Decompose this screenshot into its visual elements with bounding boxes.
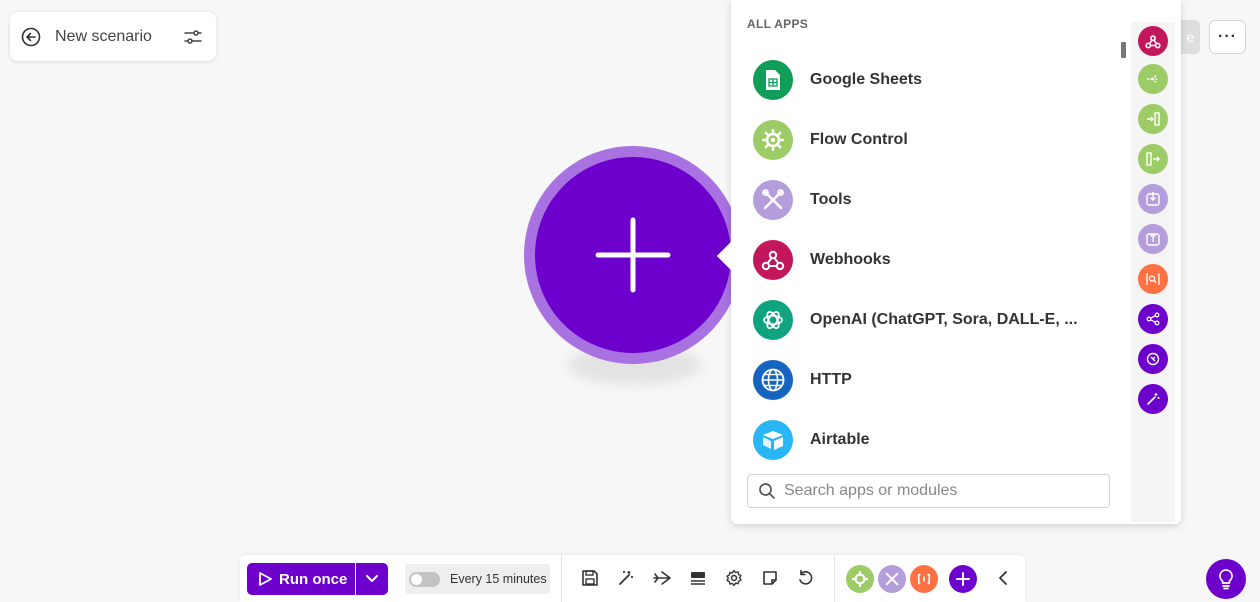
tools-shortcut-icon[interactable] (878, 565, 906, 593)
apps-header: ALL APPS (747, 17, 809, 31)
more-options-button[interactable]: ··· (1209, 20, 1246, 54)
toolbar-divider (561, 555, 562, 602)
openai-icon (753, 300, 793, 340)
magic-wand-icon[interactable] (615, 567, 637, 589)
app-name: OpenAI (ChatGPT, Sora, DALL-E, ... (810, 311, 1078, 328)
layout-icon[interactable] (687, 567, 709, 589)
aggregator-icon[interactable] (1138, 144, 1168, 174)
run-options-dropdown[interactable] (356, 563, 388, 595)
app-name: Flow Control (810, 131, 908, 148)
google-sheets-icon (753, 60, 793, 100)
app-list: Google Sheets Flow Control Tools Webhook… (753, 50, 1113, 470)
schedule-label[interactable]: Every 15 minutes (450, 572, 547, 586)
text-parser-shortcut-icon[interactable] (910, 565, 938, 593)
add-module-button[interactable] (524, 146, 742, 364)
apps-popover: ALL APPS Google Sheets Flow Control Tool… (716, 0, 1181, 524)
undo-icon[interactable] (795, 567, 817, 589)
import-icon[interactable] (1138, 184, 1168, 214)
search-input[interactable] (784, 482, 1104, 500)
webhooks-icon (753, 240, 793, 280)
app-item-webhooks[interactable]: Webhooks (753, 230, 1113, 290)
bottom-toolbar: Run once Every 15 minutes (240, 555, 1025, 602)
text-parser-icon[interactable] (1138, 264, 1168, 294)
app-name: Airtable (810, 431, 870, 448)
app-item-tools[interactable]: Tools (753, 170, 1113, 230)
plus-icon (595, 217, 671, 293)
globe-icon (753, 360, 793, 400)
airplane-icon[interactable] (651, 567, 673, 589)
magic-wand-icon[interactable] (1138, 384, 1168, 414)
iterator-icon[interactable] (1138, 104, 1168, 134)
chevron-left-icon[interactable] (992, 567, 1014, 589)
schedule-control: Every 15 minutes (405, 564, 550, 594)
add-module-inner (535, 157, 731, 353)
app-item-http[interactable]: HTTP (753, 350, 1113, 410)
airtable-icon (753, 420, 793, 460)
app-item-openai[interactable]: OpenAI (ChatGPT, Sora, DALL-E, ... (753, 290, 1113, 350)
export-icon[interactable] (1138, 224, 1168, 254)
target-icon[interactable] (1138, 344, 1168, 374)
gear-icon (753, 120, 793, 160)
chevron-down-icon (366, 575, 378, 582)
app-item-airtable[interactable]: Airtable (753, 410, 1113, 470)
app-item-google-sheets[interactable]: Google Sheets (753, 50, 1113, 110)
scrollbar-thumb[interactable] (1121, 42, 1126, 58)
gear-icon[interactable] (723, 567, 745, 589)
schedule-toggle[interactable] (409, 571, 440, 587)
run-once-label: Run once (279, 570, 348, 588)
save-icon[interactable] (579, 567, 601, 589)
flow-control-shortcut-icon[interactable] (846, 565, 874, 593)
router-icon[interactable] (1138, 64, 1168, 94)
back-arrow-icon[interactable] (20, 26, 42, 48)
quick-webhooks-icon[interactable] (1138, 26, 1168, 56)
add-plus-icon[interactable] (949, 565, 977, 593)
app-name: HTTP (810, 371, 852, 388)
app-name: Tools (810, 191, 852, 208)
tools-icon (753, 180, 793, 220)
share-icon[interactable] (1138, 304, 1168, 334)
sliders-icon[interactable] (182, 26, 204, 48)
more-options-label: ··· (1218, 28, 1237, 45)
app-name: Webhooks (810, 251, 891, 268)
play-icon (259, 572, 272, 586)
search-field[interactable] (747, 474, 1110, 508)
app-name: Google Sheets (810, 71, 923, 88)
save-button-label: e (1186, 29, 1194, 45)
search-icon (759, 483, 775, 499)
toolbar-divider (834, 555, 835, 602)
note-icon[interactable] (759, 567, 781, 589)
app-item-flow-control[interactable]: Flow Control (753, 110, 1113, 170)
run-once-button[interactable]: Run once (247, 563, 355, 595)
quick-access-column (1131, 22, 1175, 522)
lightbulb-icon[interactable] (1206, 559, 1246, 599)
scenario-title[interactable]: New scenario (55, 28, 182, 46)
scenario-header: New scenario (10, 12, 216, 61)
